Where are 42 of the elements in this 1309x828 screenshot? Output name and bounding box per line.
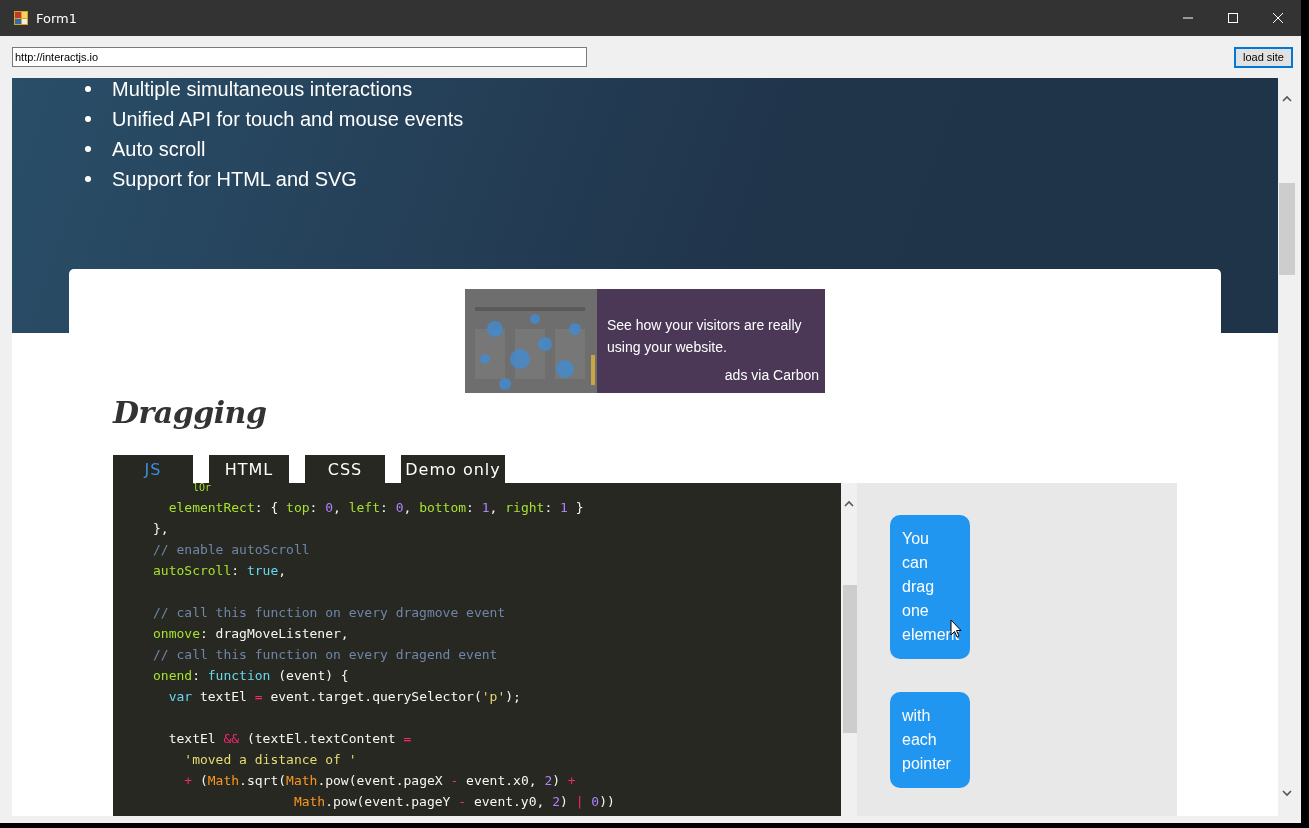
feature-item: Unified API for touch and mouse events: [112, 107, 464, 131]
code-line: lOr: [192, 483, 213, 495]
code-line: },: [153, 520, 170, 538]
address-field[interactable]: http://interactjs.io: [12, 47, 587, 67]
bullet-icon: [85, 86, 91, 92]
window-title: Form1: [36, 10, 78, 26]
scroll-thumb[interactable]: [843, 585, 857, 733]
scrollbar[interactable]: [841, 483, 857, 816]
scroll-up-icon[interactable]: [844, 500, 854, 507]
code-line: // call this function on every dragend event: [153, 646, 499, 664]
code-line: textEl && (textEl.textContent =: [167, 730, 413, 748]
code-tab[interactable]: Demo only: [401, 455, 505, 483]
code-line: onmove: dragMoveListener,: [153, 625, 350, 643]
ad-banner[interactable]: See how your visitors are really using your website. ads via Carbon: [465, 289, 825, 393]
feature-item: Multiple simultaneous interactions: [112, 78, 413, 101]
maximize-icon[interactable]: [1228, 13, 1238, 23]
code-tab[interactable]: HTML: [209, 455, 289, 483]
section-heading: Dragging: [113, 394, 268, 432]
code-line: Math.pow(event.pageY - event.y0, 2) | 0)): [292, 793, 616, 811]
ad-text: See how your visitors are really using your website.: [607, 316, 803, 357]
code-line: var textEl = event.target.querySelector('p');: [167, 688, 522, 706]
ad-attribution[interactable]: ads via Carbon: [724, 364, 819, 386]
code-tab[interactable]: JS: [113, 455, 193, 483]
code-line: // call this function on every dragmove event: [153, 604, 507, 622]
code-line: onend: function (event) {: [153, 667, 350, 685]
code-line: elementRect: { top: 0, left: 0, bottom: 1, right: 1 }: [167, 499, 585, 517]
bullet-icon: [85, 176, 91, 182]
feature-item: Auto scroll: [112, 137, 206, 161]
code-line: 'moved a distance of ': [183, 751, 358, 769]
code-tab[interactable]: CSS: [305, 455, 385, 483]
bullet-icon: [85, 116, 91, 122]
scroll-up-icon[interactable]: [1282, 95, 1292, 102]
code-line: // enable autoScroll: [153, 541, 311, 559]
bullet-icon: [85, 146, 91, 152]
scroll-thumb[interactable]: [1279, 183, 1295, 275]
scroll-down-icon[interactable]: [1282, 790, 1292, 797]
feature-item: Support for HTML and SVG: [112, 167, 357, 191]
code-line: autoScroll: true,: [153, 562, 288, 580]
code-line: + (Math.sqrt(Math.pow(event.pageX - event.x0, 2) +: [183, 772, 577, 790]
close-icon[interactable]: [1273, 13, 1283, 23]
app-icon: [13, 10, 29, 26]
load-site-button[interactable]: load site: [1234, 46, 1293, 68]
